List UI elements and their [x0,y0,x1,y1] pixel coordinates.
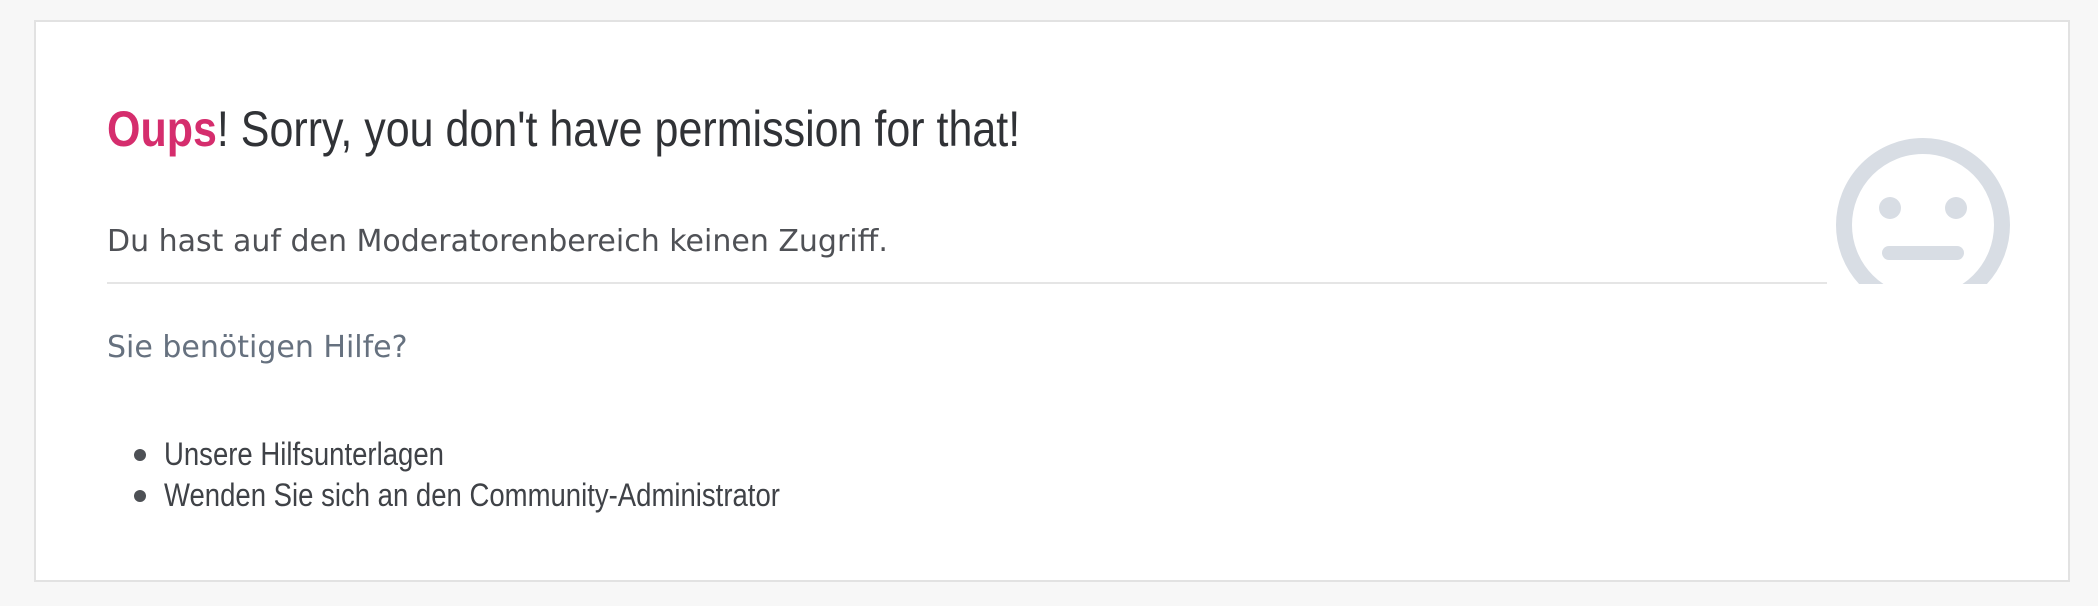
help-list: Unsere Hilfsunterlagen Wenden Sie sich a… [107,434,880,516]
bullet-icon [134,449,146,461]
error-message: Du hast auf den Moderatorenbereich keine… [107,224,888,259]
help-list-item: Wenden Sie sich an den Community-Adminis… [107,475,880,516]
error-card: Oups! Sorry, you don't have permission f… [34,20,2070,582]
bullet-icon [134,490,146,502]
help-list-item: Unsere Hilfsunterlagen [107,434,880,475]
error-headline: Oups! Sorry, you don't have permission f… [107,94,1020,164]
error-accent-word: Oups [107,101,217,157]
error-message-section: Du hast auf den Moderatorenbereich keine… [107,212,1827,284]
contact-admin-link[interactable]: Wenden Sie sich an den Community-Adminis… [164,475,780,516]
help-heading: Sie benötigen Hilfe? [107,330,408,365]
neutral-face-icon [1828,130,2018,284]
help-docs-link[interactable]: Unsere Hilfsunterlagen [164,434,444,475]
error-headline-text: ! Sorry, you don't have permission for t… [216,101,1021,157]
